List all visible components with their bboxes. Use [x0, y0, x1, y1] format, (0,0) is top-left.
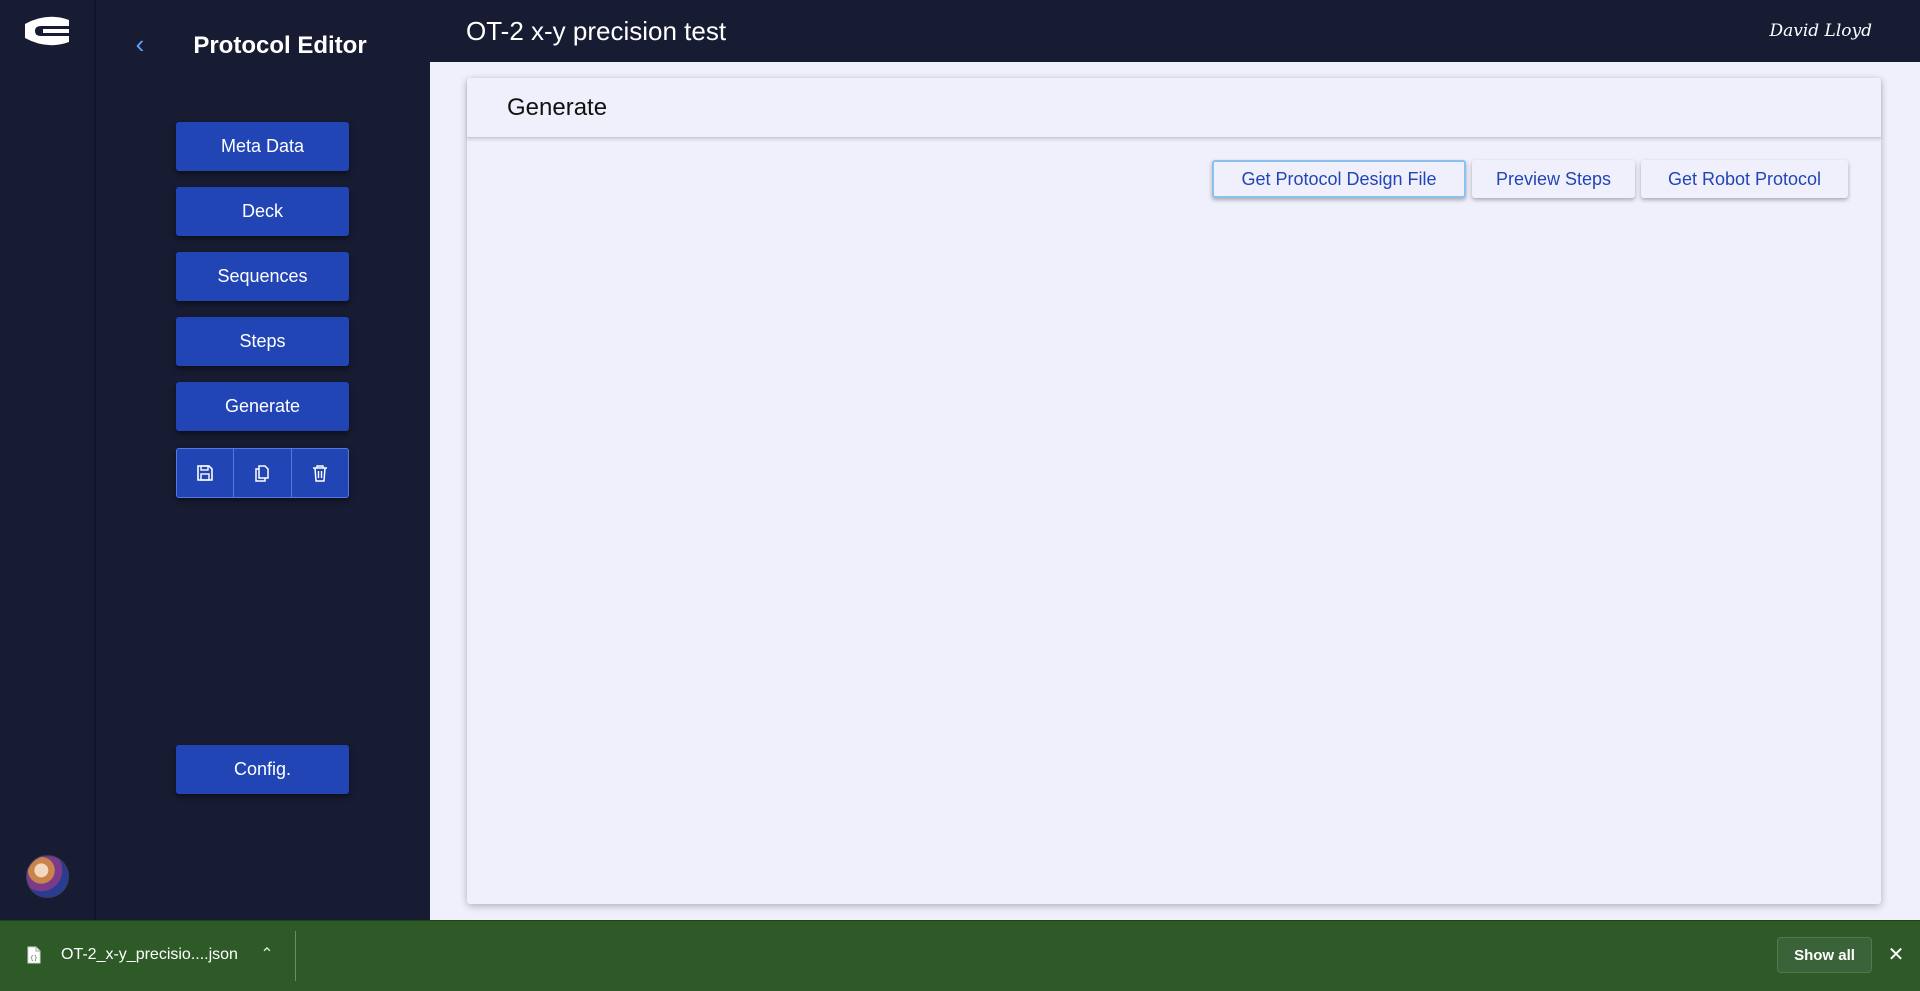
chevron-up-icon[interactable]: ⌃ — [256, 944, 278, 966]
save-icon — [197, 465, 213, 481]
trash-icon — [312, 465, 327, 482]
protocol-title: OT-2 x-y precision test — [466, 16, 727, 46]
close-icon[interactable]: ✕ — [1885, 943, 1907, 967]
preview-steps-button[interactable]: Preview Steps — [1472, 160, 1635, 198]
get-robot-protocol-button[interactable]: Get Robot Protocol — [1641, 160, 1848, 198]
app-rail — [0, 0, 94, 920]
nav-generate-button[interactable]: Generate — [176, 382, 349, 431]
download-file-name[interactable]: OT-2_x-y_precisio....json — [61, 944, 238, 966]
file-icon: {} — [27, 946, 41, 964]
save-button[interactable] — [177, 449, 235, 497]
download-bar: {} OT-2_x-y_precisio....json ⌃ Show all … — [0, 920, 1920, 991]
main-content: Generate Get Protocol Design File Previe… — [430, 62, 1920, 920]
user-signature: David Lloyd — [1769, 21, 1872, 41]
user-avatar[interactable] — [26, 855, 69, 898]
svg-text:{}: {} — [30, 955, 38, 962]
brand-logo-icon[interactable] — [21, 14, 73, 48]
top-header: OT-2 x-y precision test David Lloyd — [430, 0, 1920, 62]
download-bar-divider — [295, 931, 296, 981]
copy-icon — [255, 465, 270, 482]
nav-sequences-button[interactable]: Sequences — [176, 252, 349, 301]
get-protocol-design-file-button[interactable]: Get Protocol Design File — [1212, 160, 1466, 198]
nav-deck-button[interactable]: Deck — [176, 187, 349, 236]
nav-steps-button[interactable]: Steps — [176, 317, 349, 366]
sidebar-title: Protocol Editor — [193, 32, 367, 59]
card-title: Generate — [507, 94, 608, 121]
nav-meta-data-button[interactable]: Meta Data — [176, 122, 349, 171]
copy-button[interactable] — [234, 449, 292, 497]
generate-card: Generate Get Protocol Design File Previe… — [467, 78, 1881, 904]
protocol-actions-group — [176, 448, 349, 498]
config-button[interactable]: Config. — [176, 745, 349, 794]
card-header: Generate — [467, 78, 1881, 138]
delete-button[interactable] — [292, 449, 348, 497]
show-all-button[interactable]: Show all — [1777, 937, 1872, 973]
chevron-left-icon[interactable]: ‹ — [130, 31, 150, 57]
